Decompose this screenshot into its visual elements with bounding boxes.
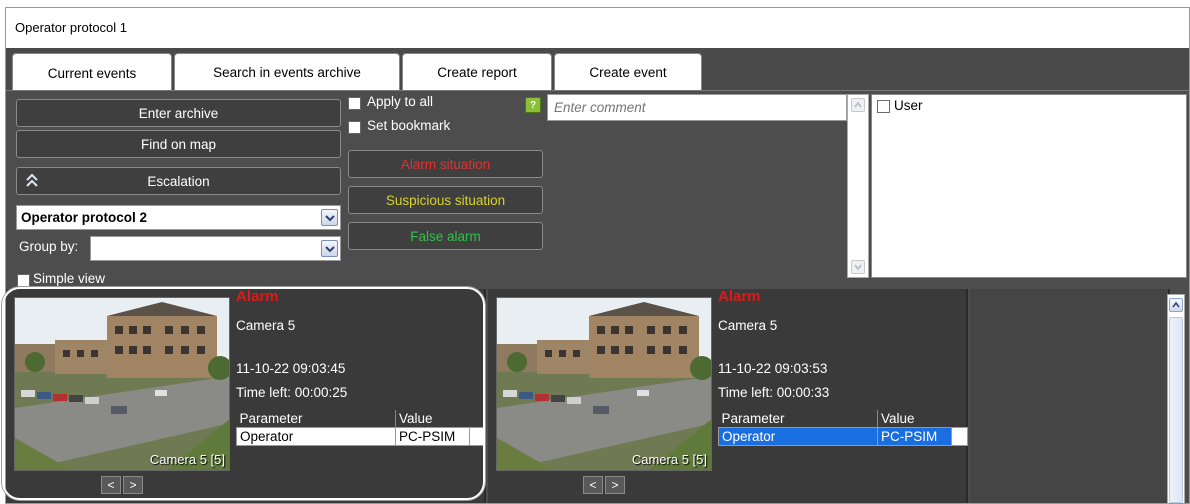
value-header: Value [876, 410, 968, 428]
value-header: Value [394, 410, 486, 428]
camera-caption: Camera 5 [5] [149, 452, 225, 467]
empty-cell [468, 427, 487, 446]
events-control-panel: Enter archive Find on map Escalation Ope… [6, 90, 1189, 289]
value-cell: PC-PSIM [394, 427, 470, 446]
next-image-button[interactable]: > [605, 476, 625, 494]
event-time-left: Time left: 00:00:25 [236, 385, 348, 400]
event-status: Alarm [236, 288, 279, 305]
event-card[interactable]: Camera 5 [5] < > Alarm Camera 5 11-10-22… [6, 288, 487, 503]
escalation-label: Escalation [147, 173, 210, 189]
collapse-up-icon [26, 173, 38, 187]
empty-event-slot [970, 289, 1170, 503]
chevron-down-icon[interactable] [321, 240, 338, 257]
protocol-select-value: Operator protocol 2 [21, 210, 148, 225]
apply-to-all-label: Apply to all [367, 94, 434, 109]
event-time-left: Time left: 00:00:33 [718, 385, 830, 400]
help-icon[interactable]: ? [525, 97, 541, 113]
prev-image-button[interactable]: < [101, 476, 121, 494]
event-cards-area: Camera 5 [5] < > Alarm Camera 5 11-10-22… [6, 288, 1189, 503]
window-title-bar: Operator protocol 1 [6, 8, 1189, 48]
user-list-panel: User [871, 94, 1187, 278]
tab-search-events-archive[interactable]: Search in events archive [174, 53, 400, 91]
event-datetime: 11-10-22 09:03:45 [236, 361, 346, 376]
user-checkbox[interactable] [877, 100, 890, 113]
user-label: User [894, 98, 923, 113]
window-title: Operator protocol 1 [15, 20, 128, 35]
set-bookmark-label: Set bookmark [367, 118, 451, 133]
group-by-select[interactable] [90, 236, 341, 261]
camera-snapshot: Camera 5 [5] [496, 297, 712, 471]
event-camera: Camera 5 [236, 318, 296, 333]
comment-field[interactable] [547, 94, 847, 121]
value-cell: PC-PSIM [876, 427, 952, 446]
simple-view-checkbox[interactable] [17, 274, 30, 287]
scroll-down-icon[interactable] [851, 260, 865, 274]
parameter-cell: Operator [236, 427, 396, 446]
table-row[interactable]: Operator PC-PSIM [718, 427, 969, 446]
empty-cell [950, 427, 969, 446]
table-row[interactable]: Operator PC-PSIM [236, 427, 487, 446]
tab-strip: Current events Search in events archive … [6, 48, 1189, 93]
parameter-header: Parameter [721, 411, 785, 426]
tab-current-events[interactable]: Current events [12, 53, 172, 93]
camera-caption: Camera 5 [5] [631, 452, 707, 467]
escalation-button[interactable]: Escalation [16, 167, 341, 195]
camera-snapshot: Camera 5 [5] [14, 297, 230, 471]
simple-view-label: Simple view [33, 271, 106, 286]
suspicious-situation-button[interactable]: Suspicious situation [348, 186, 543, 214]
events-scrollbar[interactable] [1167, 294, 1185, 503]
event-datetime: 11-10-22 09:03:53 [718, 361, 828, 376]
false-alarm-button[interactable]: False alarm [348, 222, 543, 250]
parameter-table: Parameter Value Operator PC-PSIM [718, 410, 969, 446]
scroll-up-icon[interactable] [851, 98, 865, 112]
parameter-cell: Operator [718, 427, 878, 446]
parameter-table: Parameter Value Operator PC-PSIM [236, 410, 487, 446]
comment-input[interactable] [548, 95, 846, 120]
event-card[interactable]: Camera 5 [5] < > Alarm Camera 5 11-10-22… [488, 288, 969, 503]
group-by-label: Group by: [19, 239, 79, 254]
enter-archive-button[interactable]: Enter archive [16, 99, 341, 127]
tab-create-report[interactable]: Create report [402, 53, 552, 91]
parameter-header: Parameter [239, 411, 303, 426]
protocol-select[interactable]: Operator protocol 2 [16, 205, 341, 230]
scroll-up-icon[interactable] [1169, 298, 1183, 312]
apply-to-all-checkbox[interactable] [348, 97, 361, 110]
comment-scrollbar[interactable] [847, 94, 869, 278]
prev-image-button[interactable]: < [583, 476, 603, 494]
next-image-button[interactable]: > [123, 476, 143, 494]
scroll-thumb[interactable] [1169, 317, 1183, 503]
set-bookmark-checkbox[interactable] [348, 121, 361, 134]
event-camera: Camera 5 [718, 318, 778, 333]
alarm-situation-button[interactable]: Alarm situation [348, 150, 543, 178]
camera-image [497, 298, 711, 470]
tab-create-event[interactable]: Create event [554, 53, 702, 91]
find-on-map-button[interactable]: Find on map [16, 130, 341, 158]
event-status: Alarm [718, 288, 761, 305]
chevron-down-icon[interactable] [321, 209, 338, 226]
operator-protocol-window: Operator protocol 1 Current events Searc… [5, 7, 1190, 504]
camera-image [15, 298, 229, 470]
